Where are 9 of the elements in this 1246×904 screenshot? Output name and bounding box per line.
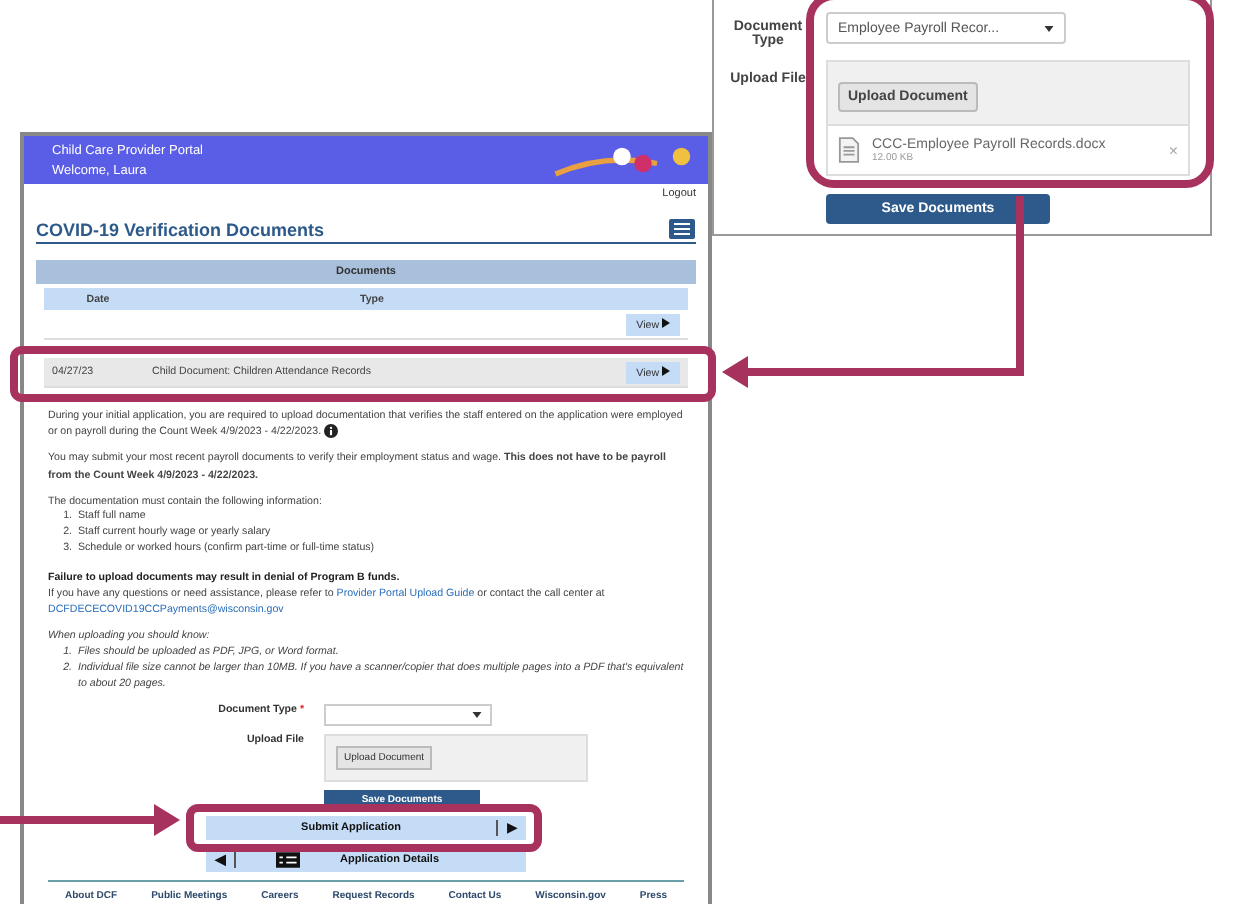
caret-icon xyxy=(472,712,482,719)
caret-icon xyxy=(1044,25,1054,31)
page-title: COVID-19 Verification Documents xyxy=(36,219,325,239)
info-icon[interactable] xyxy=(324,424,339,439)
list-icon xyxy=(276,851,300,868)
document-icon xyxy=(838,136,860,164)
menu-icon[interactable] xyxy=(668,218,696,240)
play-icon xyxy=(662,365,670,375)
play-icon xyxy=(662,317,670,327)
